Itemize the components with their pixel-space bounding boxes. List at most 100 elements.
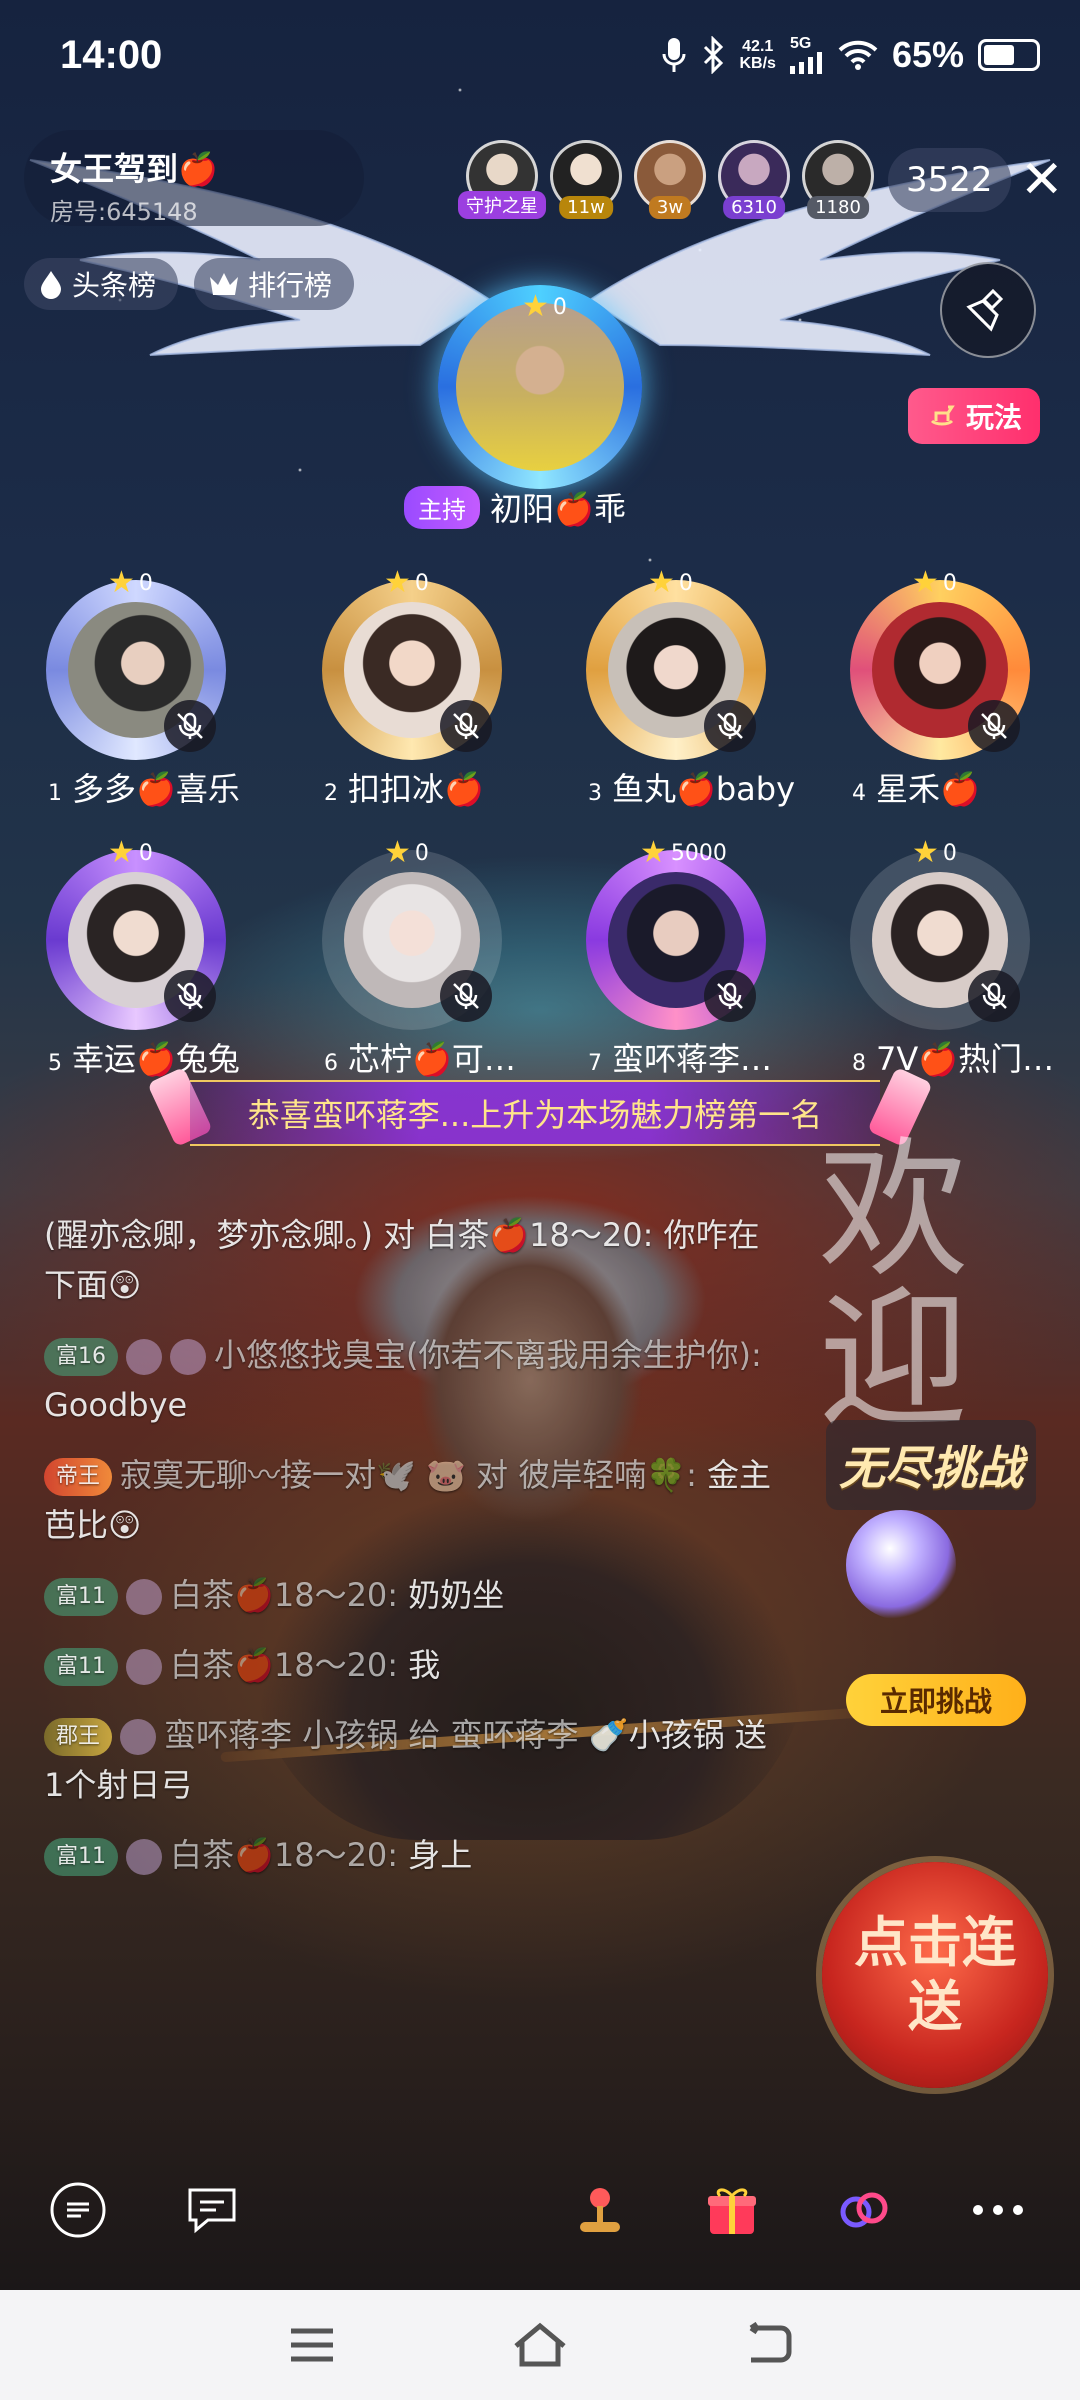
seat-name: 芯柠🍎可… [348,1040,516,1078]
chat-sender[interactable]: 寂寞无聊〰接一对🕊️ 🐷 对 彼岸轻喃🍀: [120,1456,697,1494]
mic-muted-icon [968,700,1020,752]
play-button[interactable]: 玩法 [908,388,1041,444]
seat-score: ★ 0 [108,568,153,598]
challenge-orb [846,1510,956,1620]
seat-score-value: 0 [414,570,429,596]
seat-score-value: 0 [942,570,957,596]
star-icon: ★ [912,835,939,870]
mic-seat-2[interactable]: ★ 0 2 扣扣冰🍎 [292,560,532,810]
chat-text: 奶奶坐 [398,1576,505,1614]
seat-score: ★ 0 [912,568,957,598]
chat-sender[interactable]: 白茶🍎18～20: [170,1836,398,1874]
star-icon: ★ [108,565,135,600]
chat-sender[interactable]: 小悠悠找臭宝(你若不离我用余生护你): [214,1336,762,1374]
seat-label: 4 星禾🍎 [820,764,1060,810]
medal-icon [170,1339,206,1375]
headline-board-button[interactable]: 头条榜 [24,258,179,310]
level-badge: 郡王 [44,1718,113,1756]
mic-muted-icon [440,700,492,752]
mic-seat-4[interactable]: ★ 0 4 星禾🍎 [820,560,1060,810]
back-icon[interactable] [743,2322,793,2368]
recent-apps-icon[interactable] [287,2325,337,2365]
chat-list: (醒亦念卿，梦亦念卿。) 对 白茶🍎18～20: 你咋在下面😲 富16 小悠悠找臭… [44,1210,784,1900]
chat-sender[interactable]: 白茶🍎18～20: [170,1576,398,1614]
close-icon[interactable]: ✕ [1020,150,1064,210]
host-tag: 主持 [404,485,480,529]
chat-text: Goodbye [44,1386,188,1424]
room-info[interactable]: 女王驾到🍎 房号:645148 [24,130,364,226]
fan-badge-icon [126,1339,162,1375]
level-badge: 富11 [44,1838,118,1876]
menu-circle-button[interactable] [46,2178,110,2242]
gift-icon [708,2188,756,2234]
bottom-toolbar [0,2160,1080,2260]
seat-label: 1 多多🍎喜乐 [16,764,256,810]
viewer-avatar[interactable]: 1180 [802,140,874,219]
menu-circle-icon [50,2182,106,2238]
mic-muted-icon [968,970,1020,1022]
combo-send-button[interactable]: 点击连送 [822,1862,1048,2088]
host-score-value: 0 [552,294,567,320]
wifi-icon [838,40,878,70]
link-rings-icon [840,2192,888,2228]
viewer-badge: 6310 [723,196,785,219]
chat-message: 富11 白茶🍎18～20: 身上 [44,1830,784,1880]
mic-seat-3[interactable]: ★ 0 3 鱼丸🍎baby [556,560,796,810]
endless-challenge-banner[interactable]: 无尽挑战 [826,1420,1036,1510]
status-time: 14:00 [60,32,163,77]
charm-rank-announcement: 恭喜蛮吥蒋李...上升为本场魅力榜第一名 [190,1080,880,1146]
net-speed-unit: KB/s [739,55,776,72]
seat-score: ★ 0 [912,838,957,868]
ranking-board-label: 排行榜 [248,269,333,302]
mic-muted-icon [704,700,756,752]
gift-button[interactable] [700,2178,764,2242]
mic-seat-8[interactable]: ★ 0 8 7V🍎热门… [820,830,1060,1080]
viewer-avatar[interactable]: 11w [550,140,622,219]
chat-sender[interactable]: 蛮吥蒋李 小孩锅 给 蛮吥蒋李 [164,1716,579,1754]
cell-signal-icon: 5G [789,36,824,74]
viewer-badge: 1180 [807,196,869,219]
viewer-avatar[interactable]: 6310 [718,140,790,219]
viewer-avatar[interactable]: 3w [634,140,706,219]
chat-text: 身上 [398,1836,473,1874]
seat-name: 星禾🍎 [876,770,980,808]
home-icon[interactable] [510,2320,570,2370]
comment-icon [188,2188,236,2234]
mic-icon [662,38,686,72]
seat-name: 多多🍎喜乐 [72,770,240,808]
mic-seat-1[interactable]: ★ 0 1 多多🍎喜乐 [16,560,256,810]
seat-score: ★ 0 [108,838,153,868]
seat-number: 2 [324,781,338,806]
mic-seat-5[interactable]: ★ 0 5 幸运🍎兔兔 [16,830,256,1080]
seat-label: 7 蛮吥蒋李… [556,1034,796,1080]
level-badge: 帝王 [44,1458,113,1496]
seat-score: ★ 5000 [640,838,727,868]
host-name: 初阳🍎乖 [490,490,626,528]
host-avatar [456,303,624,471]
room-id: 房号:645148 [50,198,198,226]
chat-message: 富11 白茶🍎18～20: 奶奶坐 [44,1570,784,1620]
chat-message: 富16 小悠悠找臭宝(你若不离我用余生护你): Goodbye [44,1330,784,1430]
star-icon: ★ [640,835,667,870]
chat-text: (醒亦念卿，梦亦念卿。) 对 白茶🍎18～20: 你咋在下面😲 [44,1216,760,1304]
room-title: 女王驾到🍎 [50,150,218,188]
star-icon: ★ [108,835,135,870]
seat-label: 6 芯柠🍎可… [292,1034,532,1080]
battery-percent: 65% [891,34,964,75]
seat-name: 蛮吥蒋李… [612,1040,773,1078]
ranking-board-button[interactable]: 排行榜 [194,258,355,310]
comment-button[interactable] [180,2178,244,2242]
clean-screen-button[interactable] [940,262,1036,358]
link-button[interactable] [832,2178,896,2242]
viewer-count[interactable]: 3522 [888,148,1011,212]
mic-seat-6[interactable]: ★ 0 6 芯柠🍎可… [292,830,532,1080]
viewer-avatar[interactable]: 守护之星 [458,140,546,219]
more-button[interactable] [966,2178,1030,2242]
mic-seat-7[interactable]: ★ 5000 7 蛮吥蒋李… [556,830,796,1080]
pig-badge-icon [126,1649,162,1685]
chat-sender[interactable]: 白茶🍎18～20: [170,1646,398,1684]
host-score: ★ 0 [522,292,567,322]
challenge-now-button[interactable]: 立即挑战 [846,1674,1026,1726]
chat-text: 我 [398,1646,441,1684]
joystick-button[interactable] [568,2178,632,2242]
